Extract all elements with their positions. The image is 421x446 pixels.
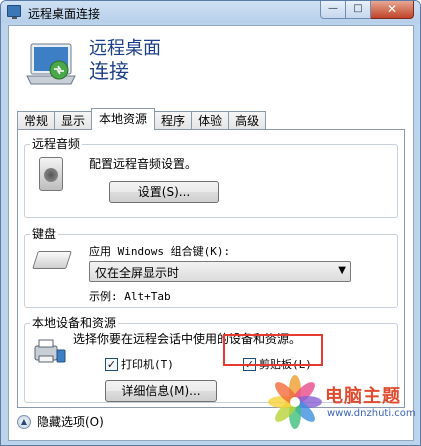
devices-icon (34, 339, 66, 363)
chevron-up-icon: ▲ (17, 414, 31, 429)
remote-audio-group-label: 远程音频 (30, 137, 83, 151)
rdp-window: 远程桌面连接 — □ ✕ 远程桌面 连接 常规 显示 本地资源 程序 体验 高级 (0, 0, 421, 446)
tab-programs[interactable]: 程序 (154, 111, 193, 130)
header-title: 远程桌面 连接 (89, 38, 161, 82)
remote-audio-group: 远程音频 配置远程音频设置。 设置(S)... (24, 137, 398, 218)
tab-local-resources[interactable]: 本地资源 (91, 108, 156, 130)
client-area: 远程桌面 连接 常规 显示 本地资源 程序 体验 高级 远程音频 配置远程音频设… (8, 25, 416, 441)
details-button[interactable]: 详细信息(M)... (105, 380, 217, 402)
tab-advanced[interactable]: 高级 (228, 111, 267, 130)
title-bar[interactable]: 远程桌面连接 — □ ✕ (1, 1, 420, 23)
tab-strip: 常规 显示 本地资源 程序 体验 高级 (17, 108, 267, 130)
watermark: 电脑主题 www.dnzhuti.com (267, 374, 416, 434)
speaker-icon (39, 157, 63, 191)
hide-options-label: 隐藏选项(O) (37, 415, 104, 429)
header-title-line1: 远程桌面 (89, 38, 161, 59)
tab-general[interactable]: 常规 (17, 111, 56, 130)
keyboard-combo-select[interactable]: 仅在全屏显示时 ▼ (89, 261, 351, 282)
keyboard-example: 示例: Alt+Tab (89, 290, 171, 303)
clipboard-highlight-box (223, 334, 323, 366)
header-title-line2: 连接 (89, 59, 129, 83)
dropdown-arrow-icon: ▼ (338, 265, 346, 276)
watermark-title: 电脑主题 (325, 386, 401, 407)
window-title: 远程桌面连接 (28, 7, 101, 21)
audio-settings-button[interactable]: 设置(S)... (109, 181, 219, 203)
remote-desktop-app-icon (7, 5, 21, 19)
printer-check-mark-icon: ✓ (105, 357, 118, 371)
remote-desktop-monitor-icon (26, 43, 76, 85)
keyboard-combo-prompt: 应用 Windows 组合键(K): (89, 245, 231, 258)
close-button[interactable]: ✕ (371, 1, 414, 19)
audio-description: 配置远程音频设置。 (89, 157, 198, 171)
watermark-url: www.dnzhuti.com (327, 408, 416, 419)
keyboard-icon (32, 251, 72, 269)
printer-checkbox[interactable]: ✓ 打印机(T) (105, 356, 174, 372)
local-resources-panel: 远程音频 配置远程音频设置。 设置(S)... 键盘 应用 Windows 组合… (17, 129, 405, 408)
tab-experience[interactable]: 体验 (191, 111, 230, 130)
local-devices-group-label: 本地设备和资源 (30, 316, 119, 330)
hide-options-toggle[interactable]: ▲ 隐藏选项(O) (17, 413, 104, 430)
printer-label: 打印机(T) (121, 358, 174, 371)
keyboard-combo-selected: 仅在全屏显示时 (95, 266, 180, 280)
maximize-button[interactable]: □ (346, 1, 371, 19)
keyboard-group: 键盘 应用 Windows 组合键(K): 仅在全屏显示时 ▼ 示例: Alt+… (24, 227, 398, 308)
watermark-flower-logo (268, 375, 322, 429)
keyboard-group-label: 键盘 (30, 227, 59, 241)
minimize-button[interactable]: — (320, 1, 346, 19)
tab-display[interactable]: 显示 (54, 111, 93, 130)
